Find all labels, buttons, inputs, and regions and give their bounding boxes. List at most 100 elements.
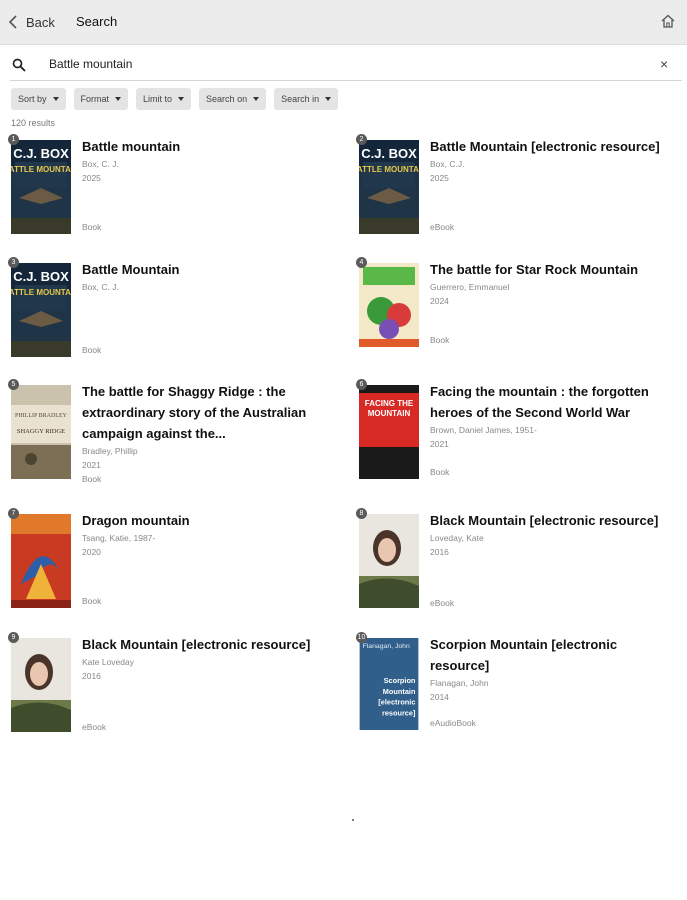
top-bar: Back Search <box>0 0 687 45</box>
result-year: 2014 <box>430 692 449 702</box>
result-title: Battle mountain <box>82 139 181 154</box>
search-bar: × <box>0 50 687 80</box>
result-author: Brown, Daniel James, 1951- <box>430 425 537 435</box>
result-author: Guerrero, Emmanuel <box>430 282 510 292</box>
result-title: Scorpion Mountain [electronic resource] <box>430 637 618 673</box>
caret-down-icon <box>52 97 59 101</box>
result-format: Book <box>82 345 102 355</box>
book-cover <box>359 514 419 608</box>
result-item[interactable]: 7 Dragon mountain Tsang, Katie, 1987- 20… <box>8 508 331 624</box>
chip-label: Search in <box>281 94 320 104</box>
limit-to-dropdown[interactable]: Limit to <box>136 88 192 110</box>
result-format: eBook <box>430 598 455 608</box>
book-cover <box>11 514 71 608</box>
result-title: Dragon mountain <box>82 513 190 528</box>
result-year: 2021 <box>82 460 101 470</box>
result-info: Black Mountain [electronic resource] Lov… <box>430 513 675 559</box>
clear-search-icon[interactable]: × <box>660 56 668 72</box>
result-item[interactable]: 8 Black Mountain [electronic resource] L… <box>356 508 679 624</box>
home-icon[interactable] <box>660 13 676 29</box>
result-author: Bradley, Phillip <box>82 446 138 456</box>
result-number: 5 <box>8 379 19 390</box>
result-author: Flanagan, John <box>430 678 489 688</box>
book-cover: C.J. BOX BATTLE MOUNTAIN <box>359 140 419 234</box>
caret-down-icon <box>253 97 260 101</box>
result-info: Scorpion Mountain [electronic resource] … <box>430 637 675 704</box>
result-format: Book <box>82 222 102 232</box>
cover-title-text: BATTLE MOUNTAIN <box>359 165 419 174</box>
cover-title-text: BATTLE MOUNTAIN <box>11 288 71 297</box>
result-number: 7 <box>8 508 19 519</box>
search-input[interactable] <box>49 57 609 71</box>
result-author: Box, C.J. <box>430 159 465 169</box>
book-cover: FACING THE MOUNTAIN <box>359 385 419 479</box>
result-author: Loveday, Kate <box>430 533 484 543</box>
caret-down-icon <box>115 97 122 101</box>
cover-title-text: FACING THE MOUNTAIN <box>364 399 414 418</box>
result-year: 2024 <box>430 296 449 306</box>
book-cover <box>11 638 71 732</box>
book-cover: C.J. BOX BATTLE MOUNTAIN <box>11 140 71 234</box>
result-item[interactable]: 6 FACING THE MOUNTAIN Facing the mountai… <box>356 379 679 495</box>
result-item[interactable]: 10 Flanagan, John Scorpion Mountain [ele… <box>356 632 679 748</box>
result-format: Book <box>430 335 450 345</box>
result-info: Battle Mountain Box, C. J. <box>82 262 327 294</box>
result-item[interactable]: 5 PHILLIP BRADLEY SHAGGY RIDGE The battl… <box>8 379 331 495</box>
result-info: Black Mountain [electronic resource] Kat… <box>82 637 327 683</box>
result-item[interactable]: 9 Black Mountain [electronic resource] K… <box>8 632 331 748</box>
result-number: 9 <box>8 632 19 643</box>
chip-label: Limit to <box>143 94 173 104</box>
result-number: 1 <box>8 134 19 145</box>
results-count: 120 results <box>11 118 56 128</box>
result-author: Box, C. J. <box>82 282 119 292</box>
result-info: The battle for Star Rock Mountain Guerre… <box>430 262 675 308</box>
result-number: 6 <box>356 379 367 390</box>
search-on-dropdown[interactable]: Search on <box>199 88 267 110</box>
chip-label: Search on <box>206 94 248 104</box>
result-info: Facing the mountain : the forgotten hero… <box>430 384 675 451</box>
cover-author-text: Flanagan, John <box>362 642 410 650</box>
result-year: 2025 <box>430 173 449 183</box>
back-button[interactable]: Back <box>8 12 55 32</box>
result-item[interactable]: 3 C.J. BOX BATTLE MOUNTAIN Battle Mounta… <box>8 257 331 373</box>
result-format: Book <box>430 467 450 477</box>
result-item[interactable]: 2 C.J. BOX BATTLE MOUNTAIN Battle Mounta… <box>356 134 679 250</box>
result-title: Black Mountain [electronic resource] <box>82 637 311 652</box>
result-number: 10 <box>356 632 367 643</box>
result-title: The battle for Star Rock Mountain <box>430 262 639 277</box>
result-title: Battle Mountain <box>82 262 180 277</box>
result-year: 2016 <box>430 547 449 557</box>
result-title: Black Mountain [electronic resource] <box>430 513 659 528</box>
format-dropdown[interactable]: Format <box>73 88 129 110</box>
filter-bar: Sort by Format Limit to Search on Search… <box>11 88 339 110</box>
result-info: Dragon mountain Tsang, Katie, 1987- 2020 <box>82 513 327 559</box>
search-underline <box>10 80 682 81</box>
result-author: Box, C. J. <box>82 159 119 169</box>
result-item[interactable]: 4 The battle for Star Rock Mountain Guer… <box>356 257 679 373</box>
result-info: Battle Mountain [electronic resource] Bo… <box>430 139 675 185</box>
result-year: 2016 <box>82 671 101 681</box>
result-format: Book <box>82 596 102 606</box>
caret-down-icon <box>325 97 332 101</box>
cover-title-text: Scorpion Mountain [electronic resource] <box>378 676 416 718</box>
result-info: The battle for Shaggy Ridge : the extrao… <box>82 384 327 486</box>
result-author: Tsang, Katie, 1987- <box>82 533 156 543</box>
cover-author-text: C.J. BOX <box>13 269 69 284</box>
sort-by-dropdown[interactable]: Sort by <box>11 88 66 110</box>
search-icon[interactable] <box>12 58 26 72</box>
result-number: 8 <box>356 508 367 519</box>
book-cover: C.J. BOX BATTLE MOUNTAIN <box>11 263 71 357</box>
result-format: eAudioBook <box>430 718 476 728</box>
loading-indicator <box>352 819 354 821</box>
result-format: eBook <box>82 722 107 732</box>
search-in-dropdown[interactable]: Search in <box>274 88 339 110</box>
result-item[interactable]: 1 C.J. BOX BATTLE MOUNTAIN Battle mounta… <box>8 134 331 250</box>
result-title: The battle for Shaggy Ridge : the extrao… <box>82 384 307 441</box>
cover-title-text: SHAGGY RIDGE <box>17 428 65 435</box>
result-info: Battle mountain Box, C. J. 2025 <box>82 139 327 185</box>
cover-author-text: C.J. BOX <box>361 146 417 161</box>
book-cover: Flanagan, John Scorpion Mountain [electr… <box>359 638 419 730</box>
result-year: 2020 <box>82 547 101 557</box>
book-cover: PHILLIP BRADLEY SHAGGY RIDGE <box>11 385 71 479</box>
chip-label: Format <box>80 94 110 104</box>
